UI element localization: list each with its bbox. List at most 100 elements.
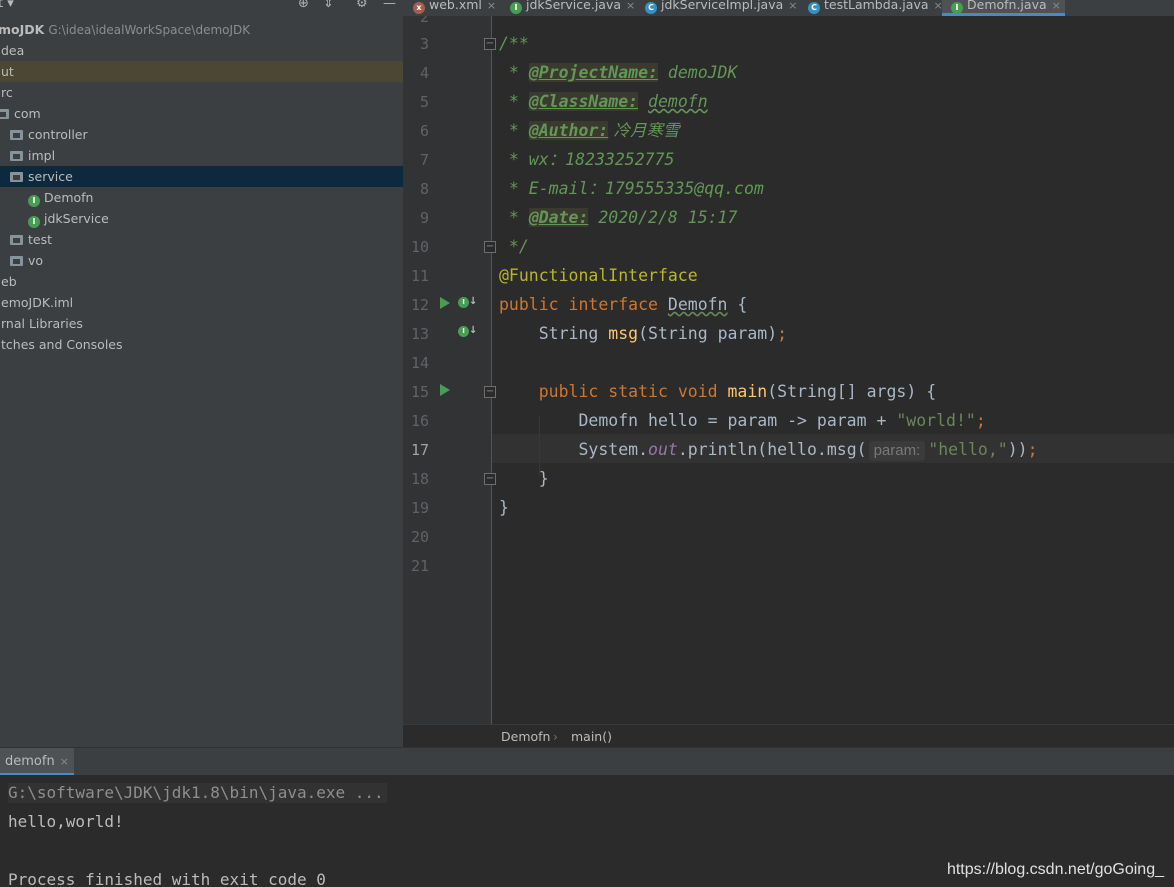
tree-item-label: com — [14, 106, 41, 121]
doc-tag: @ClassName: — [528, 92, 639, 111]
breadcrumb-item-method[interactable]: main() — [571, 725, 612, 748]
line-number: 3 — [419, 35, 429, 53]
string-literal: "world!" — [896, 411, 976, 430]
line-number: 4 — [419, 64, 429, 82]
implemented-icon[interactable]: I — [458, 325, 477, 337]
tree-item-label: impl — [28, 148, 56, 163]
interface-icon: I — [510, 2, 522, 14]
close-icon[interactable]: × — [60, 755, 69, 768]
line-number: 5 — [419, 93, 429, 111]
code-line-15: public static void main(String[] args) { — [499, 382, 936, 402]
line-number: 20 — [410, 528, 429, 546]
run-main-icon[interactable] — [440, 384, 450, 396]
doc-star: * — [499, 121, 529, 140]
tree-item[interactable]: rnal Libraries — [0, 313, 403, 334]
package-icon — [10, 151, 23, 161]
project-path: G:\idea\idealWorkSpace\demoJDK — [48, 23, 251, 37]
type-name: Demofn — [667, 295, 728, 314]
console-output: hello,world! — [8, 812, 124, 831]
doc-star: * — [499, 92, 529, 111]
code-line-18: } — [499, 469, 549, 488]
console-command[interactable]: G:\software\JDK\jdk1.8\bin\java.exe ... — [8, 783, 387, 803]
tree-item-label: vo — [28, 253, 44, 268]
method-name: msg — [608, 324, 639, 343]
code-token: (String[] args) { — [767, 382, 937, 401]
code-token: ; — [1027, 440, 1038, 459]
tree-item[interactable]: eb — [0, 271, 403, 292]
tree-item-com[interactable]: com — [0, 103, 403, 124]
code-token: Demofn hello = param -> param + — [499, 411, 897, 430]
doc-star: * — [499, 208, 529, 227]
tab-web-xml[interactable]: x web.xml × — [413, 0, 496, 16]
tree-item-vo[interactable]: vo — [0, 250, 403, 271]
code-line-6: * @Author: 冷月寒雪 — [499, 121, 680, 141]
tree-item-project-root[interactable]: moJDK G:\idea\idealWorkSpace\demoJDK — [0, 19, 403, 40]
code-token: )) — [1007, 440, 1028, 459]
tree-item-jdkservice[interactable]: IjdkService — [0, 208, 403, 229]
code-token: ; — [777, 324, 788, 343]
tree-item-label: Demofn — [44, 190, 94, 205]
tree-item[interactable]: tches and Consoles — [0, 334, 403, 355]
tab-demofn-java[interactable]: I Demofn.java × — [942, 0, 1065, 16]
close-icon[interactable]: × — [626, 0, 635, 12]
code-editor[interactable]: 2 3 4 5 6 7 8 9 10 11 12 13 14 15 16 17 … — [403, 16, 1174, 724]
code-token: (String param) — [638, 324, 778, 343]
line-number: 8 — [419, 180, 429, 198]
fold-icon[interactable]: − — [484, 38, 496, 50]
minimize-icon[interactable]: — — [383, 0, 396, 11]
line-number: 16 — [410, 412, 429, 430]
project-view-dropdown[interactable]: t ▾ — [0, 0, 14, 11]
line-number: 18 — [410, 470, 429, 488]
code-token: ; — [975, 411, 986, 430]
breadcrumb-item-file[interactable]: Demofn — [501, 725, 550, 748]
gear-icon[interactable]: ⚙ — [356, 0, 368, 11]
package-icon — [10, 130, 23, 140]
close-icon[interactable]: × — [1052, 0, 1061, 12]
fold-icon[interactable]: − — [484, 473, 496, 485]
run-tab-label: demofn — [5, 754, 55, 769]
tree-item-demofn[interactable]: I Demofn — [0, 187, 403, 208]
line-number: 7 — [419, 151, 429, 169]
run-icon[interactable] — [440, 297, 450, 309]
locate-icon[interactable]: ⊕ — [298, 0, 309, 11]
run-tab-bar: demofn × — [0, 748, 1174, 775]
line-number: 13 — [410, 325, 429, 343]
implemented-icon[interactable]: I — [458, 296, 477, 308]
fold-icon[interactable]: − — [484, 241, 496, 253]
line-number: 11 — [410, 267, 429, 285]
tree-item-controller[interactable]: controller — [0, 124, 403, 145]
project-name: moJDK — [0, 22, 45, 37]
tree-item[interactable]: emoJDK.iml — [0, 292, 403, 313]
close-icon[interactable]: × — [788, 0, 797, 12]
code-line-9: * @Date: 2020/2/8 15:17 — [499, 208, 737, 228]
class-icon: C — [645, 2, 657, 14]
breadcrumb: Demofn › main() — [403, 724, 1174, 747]
tab-jdkserviceimpl-java[interactable]: CjdkServiceImpl.java × — [645, 0, 798, 16]
doc-star: * — [499, 63, 529, 82]
run-tab-demofn[interactable]: demofn × — [0, 748, 74, 775]
tree-item[interactable]: ut — [0, 61, 403, 82]
watermark: https://blog.csdn.net/goGoing_ — [946, 861, 1164, 878]
tab-testlambda-java[interactable]: CtestLambda.java × — [808, 0, 943, 16]
interface-icon: I — [28, 216, 40, 228]
tree-item[interactable]: rc — [0, 82, 403, 103]
line-number: 21 — [410, 557, 429, 575]
tree-item[interactable]: dea — [0, 40, 403, 61]
code-token: System. — [499, 440, 649, 459]
tree-item-label: service — [28, 169, 73, 184]
line-number: 14 — [410, 354, 429, 372]
tree-item-service[interactable]: service — [0, 166, 403, 187]
fold-icon[interactable]: − — [484, 386, 496, 398]
xml-file-icon: x — [413, 2, 425, 14]
package-icon — [10, 256, 23, 266]
doc-value: 冷月寒雪 — [608, 121, 680, 140]
close-icon[interactable]: × — [487, 0, 496, 12]
collapse-icon[interactable]: ⇕ — [323, 0, 334, 11]
tab-label: testLambda.java — [824, 0, 929, 12]
tree-item-test[interactable]: test — [0, 229, 403, 250]
tab-jdkservice-java[interactable]: IjdkService.java × — [510, 0, 635, 16]
project-panel: t ▾ ⊕ ⇕ ⚙ — moJDK G:\idea\idealWorkSpace\… — [0, 0, 403, 747]
doc-value: demoJDK — [657, 63, 738, 82]
tree-item-impl[interactable]: impl — [0, 145, 403, 166]
string-literal: "hello," — [928, 440, 1008, 459]
